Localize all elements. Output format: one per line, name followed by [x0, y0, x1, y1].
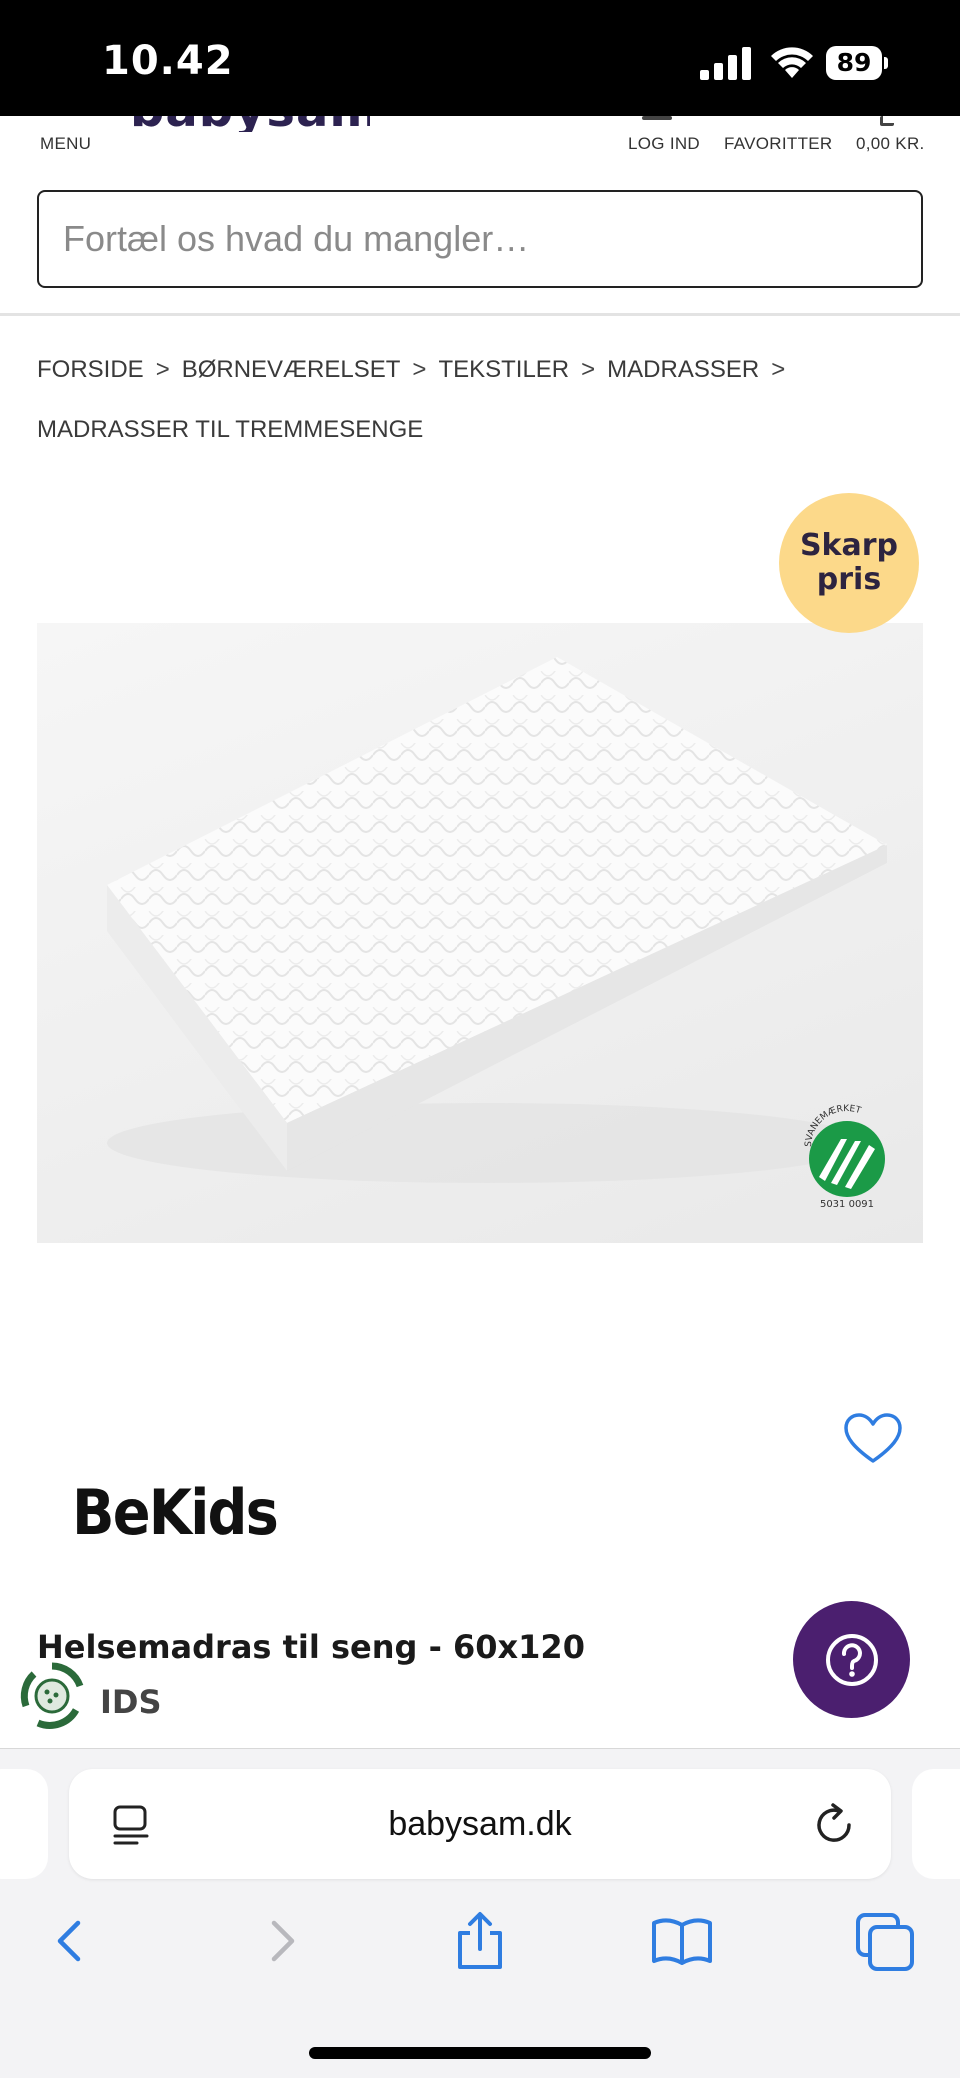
back-icon[interactable]: [40, 1909, 104, 1973]
share-icon[interactable]: [448, 1909, 512, 1973]
product-title: Helsemadras til seng - 60x120: [37, 1628, 585, 1666]
mattress-illustration: [107, 657, 887, 1183]
tabs-icon[interactable]: [854, 1909, 918, 1973]
question-icon: [825, 1633, 878, 1686]
cart-icon: [880, 116, 894, 126]
login-link[interactable]: LOG IND: [628, 134, 700, 154]
home-indicator: [309, 2047, 651, 2059]
search-box[interactable]: [37, 190, 923, 288]
reload-icon[interactable]: [813, 1801, 857, 1847]
breadcrumb-separator: >: [412, 356, 427, 383]
help-button[interactable]: [793, 1601, 910, 1718]
breadcrumb-item-madrasser-til-tremmesenge[interactable]: MADRASSER TIL TREMMESENGE: [37, 416, 423, 443]
bookmarks-icon[interactable]: [650, 1909, 714, 1973]
certification-number: 5031 0091: [820, 1199, 874, 1210]
breadcrumb-item-tekstiler[interactable]: TEKSTILER: [438, 356, 569, 383]
status-time: 10.42: [102, 38, 234, 84]
breadcrumb-separator: >: [771, 356, 786, 383]
menu-button[interactable]: MENU: [40, 134, 91, 154]
brand-logo[interactable]: BeKids: [72, 1476, 279, 1549]
next-tab-preview[interactable]: [912, 1769, 960, 1879]
breadcrumb-separator: >: [155, 356, 170, 383]
battery-icon: 89: [826, 46, 888, 80]
price-badge-line2: pris: [816, 562, 882, 597]
cart-link[interactable]: 0,00 KR.: [856, 134, 925, 154]
battery-tip: [884, 57, 888, 69]
breadcrumb-item-forside[interactable]: FORSIDE: [37, 356, 144, 383]
wifi-icon: [771, 47, 813, 78]
breadcrumb-item-madrasser[interactable]: MADRASSER: [607, 356, 759, 383]
search-input[interactable]: [63, 192, 893, 286]
site-logo-text: babysam: [130, 116, 370, 132]
cellular-signal-icon: [700, 47, 751, 80]
breadcrumb: FORSIDE > BØRNEVÆRELSET > TEKSTILER > MADRASSE…: [37, 340, 937, 460]
heart-icon[interactable]: [843, 1413, 903, 1465]
favorites-link[interactable]: FAVORITTER: [724, 134, 832, 154]
user-icon: [642, 116, 672, 120]
header-divider: [0, 313, 960, 316]
breadcrumb-item-boernevaerelset[interactable]: BØRNEVÆRELSET: [182, 356, 401, 383]
price-badge-line1: Skarp: [799, 528, 899, 563]
page-menu-icon[interactable]: [109, 1803, 153, 1847]
cookie-widget-text[interactable]: IDS: [100, 1683, 162, 1721]
nordic-swan-ecolabel-logo: SVANEMÆRKET 5031 0091: [804, 1104, 885, 1210]
breadcrumb-separator: >: [581, 356, 596, 383]
status-bar: 10.42 89: [0, 0, 960, 116]
browser-toolbar: babysam.dk: [0, 1748, 960, 2078]
product-image[interactable]: SVANEMÆRKET 5031 0091: [37, 623, 923, 1243]
address-bar[interactable]: babysam.dk: [69, 1769, 891, 1879]
price-badge: Skarp pris: [779, 493, 919, 633]
cookie-consent-icon[interactable]: [16, 1660, 88, 1732]
site-logo[interactable]: babysam: [130, 116, 370, 132]
forward-icon[interactable]: [248, 1909, 312, 1973]
battery-level: 89: [826, 46, 882, 80]
price-badge-text: Skarp pris: [800, 529, 898, 597]
address-url[interactable]: babysam.dk: [69, 1769, 891, 1879]
previous-tab-preview[interactable]: [0, 1769, 48, 1879]
